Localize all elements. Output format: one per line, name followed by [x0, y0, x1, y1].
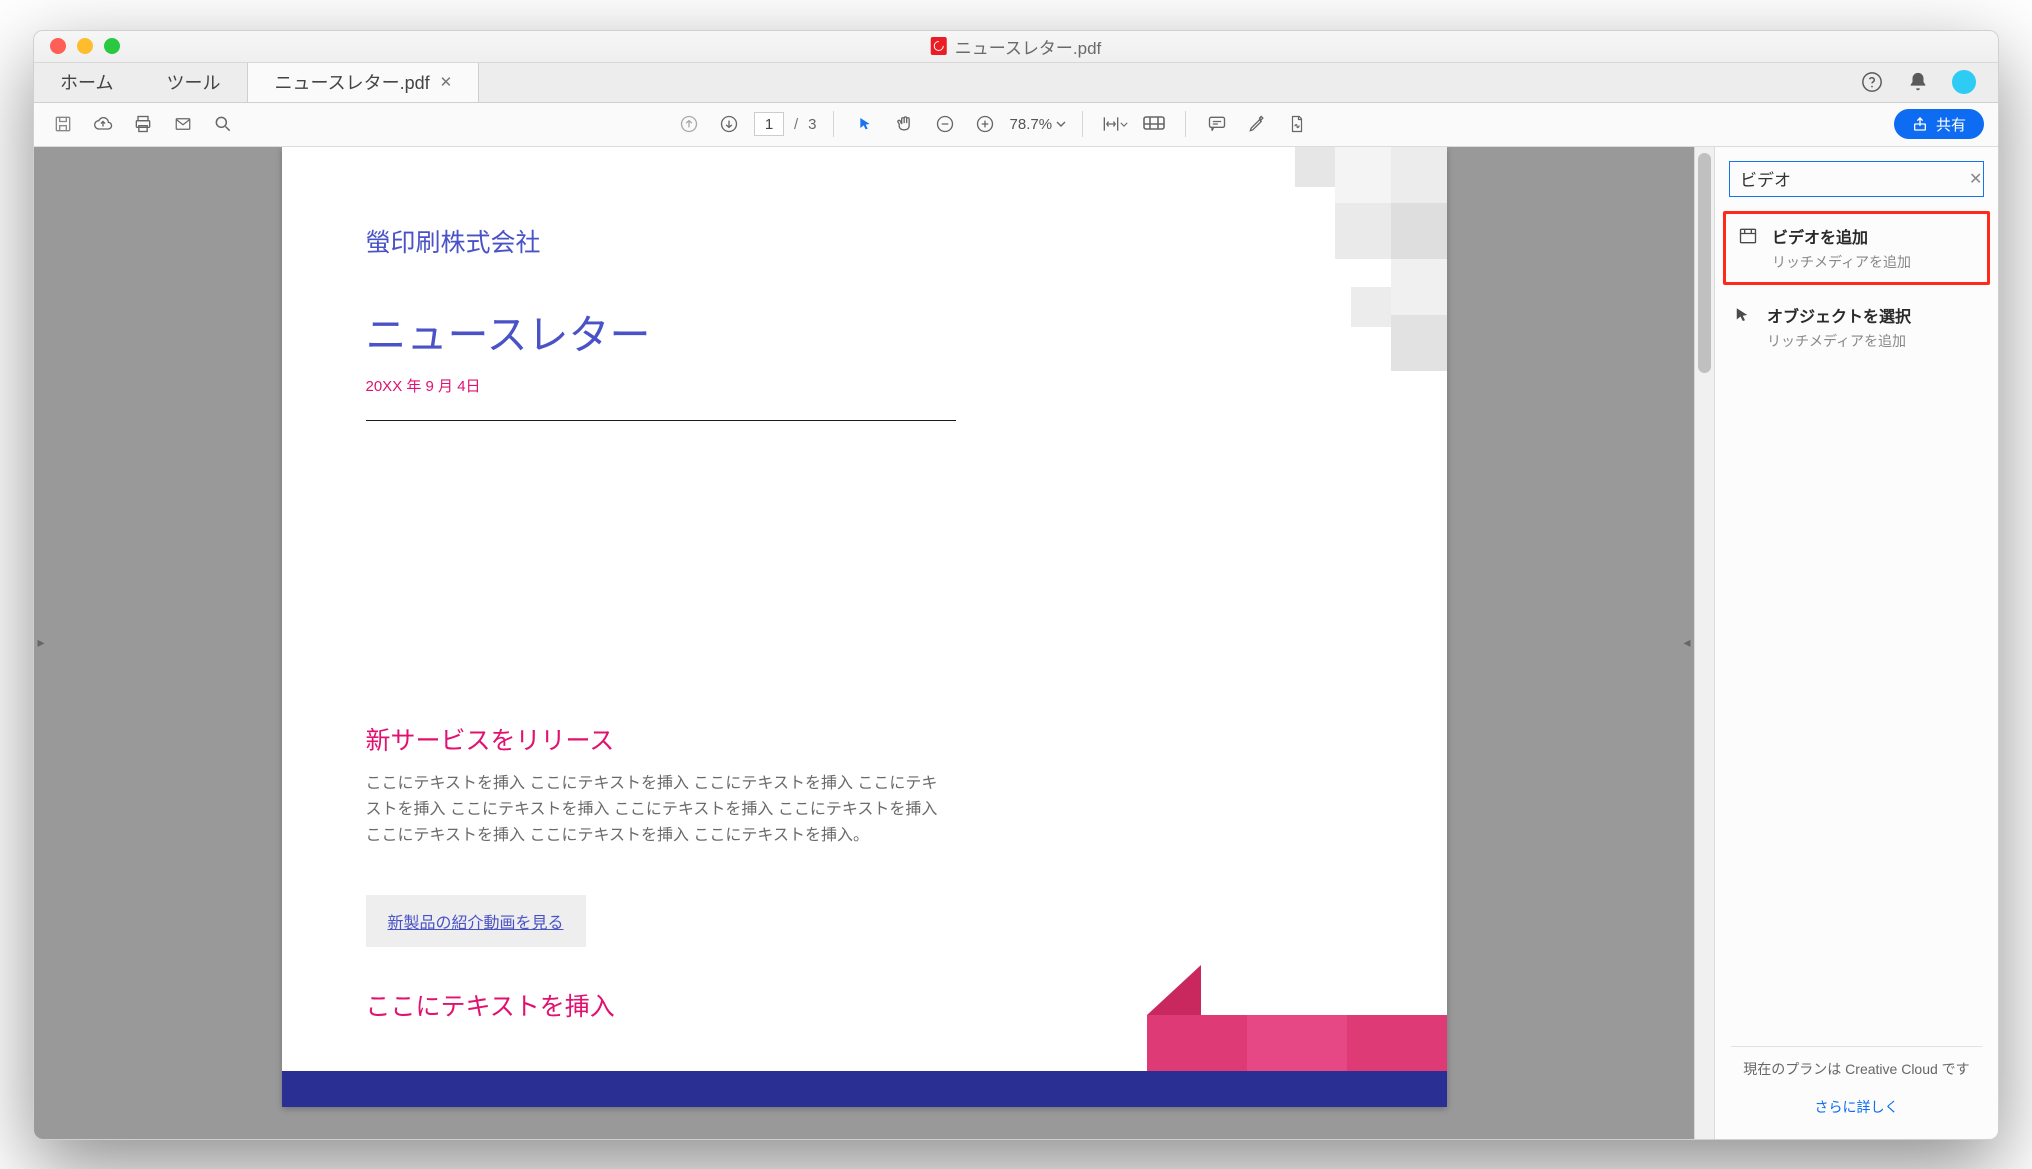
page-number-input[interactable] [754, 112, 784, 136]
search-icon[interactable] [208, 109, 238, 139]
result-subtitle: リッチメディアを追加 [1767, 331, 1911, 351]
help-icon[interactable] [1860, 70, 1884, 94]
zoom-value: 78.7% [1010, 116, 1053, 133]
page-sep: / [794, 116, 798, 133]
newsletter-title: ニュースレター [366, 301, 1363, 361]
learn-more-link[interactable]: さらに詳しく [1715, 1097, 1998, 1139]
page-total: 3 [808, 116, 816, 133]
pointer-icon [1733, 305, 1753, 325]
tab-tools[interactable]: ツール [140, 63, 247, 102]
app-window: ニュースレター.pdf ホーム ツール ニュースレター.pdf ✕ [33, 30, 1999, 1140]
left-panel-toggle[interactable]: ▸ [36, 613, 46, 673]
select-tool-icon[interactable] [850, 109, 880, 139]
window-controls [34, 38, 120, 54]
tab-document[interactable]: ニュースレター.pdf ✕ [247, 63, 479, 102]
window-title: ニュースレター.pdf [931, 34, 1102, 59]
notifications-icon[interactable] [1906, 70, 1930, 94]
titlebar: ニュースレター.pdf [34, 31, 1998, 63]
newsletter-date: 20XX 年 9 月 4日 [366, 375, 1363, 396]
page-display-icon[interactable] [1139, 109, 1169, 139]
print-icon[interactable] [128, 109, 158, 139]
minimize-window-button[interactable] [77, 38, 93, 54]
tools-search-panel: ✕ ビデオを追加 リッチメディアを追加 オブジェクトを選択 リッチメディアを追加 [1714, 147, 1998, 1139]
cloud-upload-icon[interactable] [88, 109, 118, 139]
comment-icon[interactable] [1202, 109, 1232, 139]
pdf-page: 螢印刷株式会社 ニュースレター 20XX 年 9 月 4日 新サービスをリリース… [282, 147, 1447, 1107]
tab-home-label: ホーム [60, 69, 113, 95]
page-down-icon[interactable] [714, 109, 744, 139]
sign-icon[interactable] [1282, 109, 1312, 139]
pdf-file-icon [931, 37, 947, 55]
fit-width-icon[interactable] [1099, 109, 1129, 139]
tab-tools-label: ツール [166, 69, 220, 95]
zoom-out-icon[interactable] [930, 109, 960, 139]
section1-body: ここにテキストを挿入 ここにテキストを挿入 ここにテキストを挿入 ここにテキスト… [366, 771, 946, 849]
tool-search-field[interactable]: ✕ [1729, 161, 1984, 197]
tab-strip: ホーム ツール ニュースレター.pdf ✕ [34, 63, 1998, 103]
search-result-select-object[interactable]: オブジェクトを選択 リッチメディアを追加 [1715, 291, 1998, 363]
main-area: ▸ ◂ 螢印刷株式会社 ニュースレター 20XX 年 9 月 4日 [34, 147, 1998, 1139]
share-button[interactable]: 共有 [1894, 109, 1984, 139]
clear-search-icon[interactable]: ✕ [1969, 169, 1982, 189]
share-label: 共有 [1936, 114, 1966, 135]
document-viewport[interactable]: ▸ ◂ 螢印刷株式会社 ニュースレター 20XX 年 9 月 4日 [34, 147, 1694, 1139]
scroll-thumb[interactable] [1698, 153, 1711, 373]
right-panel-toggle[interactable]: ◂ [1682, 613, 1692, 673]
hand-tool-icon[interactable] [890, 109, 920, 139]
result-title: オブジェクトを選択 [1767, 303, 1911, 327]
email-icon[interactable] [168, 109, 198, 139]
vertical-scrollbar[interactable] [1694, 147, 1714, 1139]
intro-video-link[interactable]: 新製品の紹介動画を見る [388, 915, 564, 932]
plan-info: 現在のプランは Creative Cloud です [1715, 1059, 1998, 1097]
user-avatar[interactable] [1952, 70, 1976, 94]
decorative-squares [1267, 147, 1447, 467]
window-title-text: ニュースレター.pdf [955, 34, 1102, 59]
close-window-button[interactable] [50, 38, 66, 54]
save-icon[interactable] [48, 109, 78, 139]
zoom-in-icon[interactable] [970, 109, 1000, 139]
zoom-window-button[interactable] [104, 38, 120, 54]
zoom-level[interactable]: 78.7% [1010, 116, 1067, 133]
horizontal-rule [366, 420, 956, 421]
company-name: 螢印刷株式会社 [366, 223, 1363, 259]
tab-document-label: ニュースレター.pdf [274, 69, 429, 95]
intro-video-button[interactable]: 新製品の紹介動画を見る [366, 895, 586, 947]
result-title: ビデオを追加 [1772, 224, 1911, 248]
tabstrip-right [1860, 63, 1998, 102]
section1-heading: 新サービスをリリース [366, 721, 1363, 757]
close-tab-icon[interactable]: ✕ [440, 73, 453, 91]
result-subtitle: リッチメディアを追加 [1772, 252, 1911, 272]
page-footer-deco [282, 1017, 1447, 1107]
search-result-add-video[interactable]: ビデオを追加 リッチメディアを追加 [1723, 211, 1990, 285]
video-icon [1738, 226, 1758, 246]
share-icon [1912, 116, 1928, 132]
search-input[interactable] [1740, 169, 1961, 189]
tab-home[interactable]: ホーム [34, 63, 140, 102]
toolbar: / 3 78.7% 共有 [34, 103, 1998, 147]
page-up-icon[interactable] [674, 109, 704, 139]
highlight-icon[interactable] [1242, 109, 1272, 139]
chevron-down-icon [1056, 121, 1066, 127]
